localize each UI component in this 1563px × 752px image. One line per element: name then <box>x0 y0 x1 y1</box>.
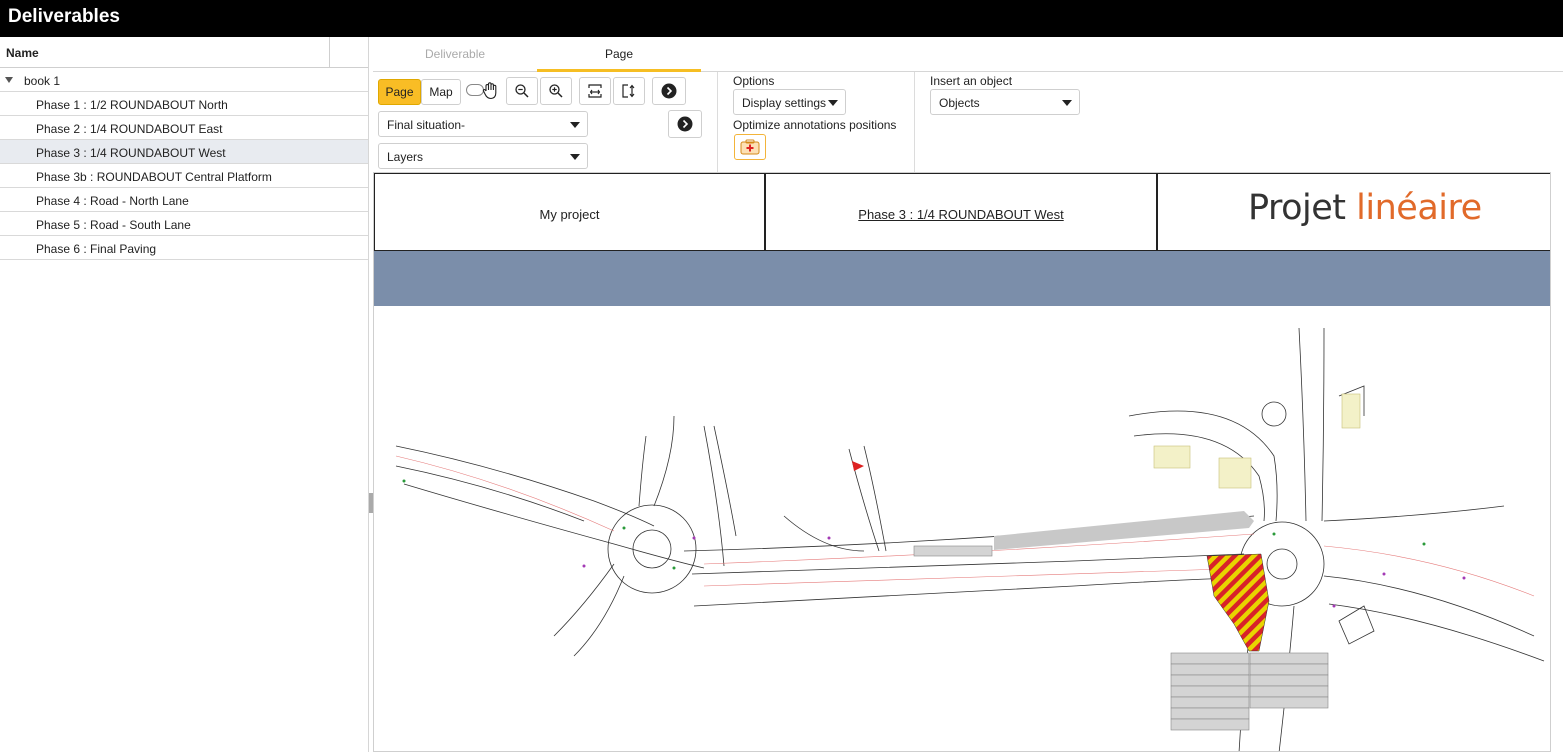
tree-item-phase-selected[interactable]: Phase 3 : 1/4 ROUNDABOUT West <box>0 140 368 164</box>
header-phase-cell[interactable]: Phase 3 : 1/4 ROUNDABOUT West <box>765 173 1157 251</box>
fit-width-icon <box>588 84 602 98</box>
fit-width-button[interactable] <box>579 77 611 105</box>
app-title: Deliverables <box>8 6 120 27</box>
column-header-name[interactable]: Name <box>6 46 39 60</box>
layers-dropdown[interactable]: Layers <box>378 143 588 169</box>
objects-value: Objects <box>939 96 980 110</box>
tree-item-label: Phase 3 : 1/4 ROUNDABOUT West <box>36 146 226 160</box>
tree-item-phase[interactable]: Phase 2 : 1/4 ROUNDABOUT East <box>0 116 368 140</box>
insert-object-label: Insert an object <box>930 74 1013 88</box>
zoom-in-button[interactable] <box>540 77 572 105</box>
tree-item-label: Phase 5 : Road - South Lane <box>36 218 191 232</box>
page-mode-button[interactable]: Page <box>378 79 421 105</box>
next-arrow-icon <box>677 116 693 132</box>
chevron-down-icon <box>570 154 580 160</box>
title-bar: Deliverables <box>0 0 1563 37</box>
road-plan-drawing[interactable] <box>374 306 1551 752</box>
situation-dropdown[interactable]: Final situation- <box>378 111 588 137</box>
situation-value: Final situation- <box>387 118 466 132</box>
next-arrow-icon <box>661 83 677 99</box>
zoom-in-icon <box>549 84 563 98</box>
tree-item-book[interactable]: book 1 <box>0 68 368 92</box>
header-logo-cell[interactable]: Projet linéaire <box>1157 173 1550 251</box>
chevron-down-icon <box>828 100 838 106</box>
projet-lineaire-logo: Projet linéaire <box>1248 188 1482 228</box>
layers-value: Layers <box>387 150 424 164</box>
objects-dropdown[interactable]: Objects <box>930 89 1080 115</box>
expand-triangle-icon[interactable] <box>5 77 13 83</box>
tree-item-label: Phase 3b : ROUNDABOUT Central Platform <box>36 170 272 184</box>
chevron-down-icon <box>570 122 580 128</box>
tab-deliverable[interactable]: Deliverable <box>425 47 485 61</box>
tree-item-phase[interactable]: Phase 3b : ROUNDABOUT Central Platform <box>0 164 368 188</box>
header-band <box>374 251 1550 306</box>
tree-item-phase[interactable]: Phase 4 : Road - North Lane <box>0 188 368 212</box>
zoom-out-icon <box>515 84 529 98</box>
optimize-annotations-button[interactable] <box>734 134 766 160</box>
tree-item-phase[interactable]: Phase 5 : Road - South Lane <box>0 212 368 236</box>
next-button[interactable] <box>652 77 686 105</box>
pan-hand-icon[interactable] <box>481 82 501 103</box>
page-editor: Deliverable Page Page Map Final situatio… <box>373 37 1563 752</box>
page-canvas[interactable]: My project Phase 3 : 1/4 ROUNDABOUT West… <box>373 172 1551 752</box>
tree-item-phase[interactable]: Phase 1 : 1/2 ROUNDABOUT North <box>0 92 368 116</box>
chevron-down-icon <box>1062 100 1072 106</box>
tree-item-label: Phase 6 : Final Paving <box>36 242 157 256</box>
tab-page[interactable]: Page <box>605 47 633 61</box>
logo-text-part1: Projet <box>1248 188 1346 228</box>
tab-bar: Deliverable Page <box>373 37 1563 72</box>
deliverables-tree-panel: Name book 1 Phase 1 : 1/2 ROUNDABOUT Nor… <box>0 37 369 752</box>
tree-item-label: Phase 4 : Road - North Lane <box>36 194 189 208</box>
display-settings-value: Display settings <box>742 96 827 110</box>
apply-situation-button[interactable] <box>668 110 702 138</box>
map-mode-label: Map <box>429 85 453 99</box>
add-annotation-icon <box>740 139 760 155</box>
tree-item-label: book 1 <box>24 74 61 88</box>
column-separator[interactable] <box>329 37 330 68</box>
tree-header: Name <box>0 37 368 68</box>
optimize-label: Optimize annotations positions <box>733 118 897 132</box>
tree-item-phase[interactable]: Phase 6 : Final Paving <box>0 236 368 260</box>
active-tab-indicator <box>537 69 701 72</box>
tree-item-label: Phase 1 : 1/2 ROUNDABOUT North <box>36 98 228 112</box>
logo-text-part2: linéaire <box>1356 188 1482 228</box>
toolbar-separator <box>914 72 915 172</box>
project-name: My project <box>539 207 600 222</box>
fit-page-icon <box>622 84 635 98</box>
options-label: Options <box>733 74 775 88</box>
zoom-out-button[interactable] <box>506 77 538 105</box>
phase-name: Phase 3 : 1/4 ROUNDABOUT West <box>858 207 1064 222</box>
tree-item-label: Phase 2 : 1/4 ROUNDABOUT East <box>36 122 223 136</box>
map-mode-button[interactable]: Map <box>421 79 461 105</box>
page-mode-label: Page <box>385 85 414 99</box>
fit-page-button[interactable] <box>613 77 645 105</box>
toolbar-separator <box>717 72 718 172</box>
header-project-cell[interactable]: My project <box>374 173 765 251</box>
display-settings-dropdown[interactable]: Display settings <box>733 89 846 115</box>
